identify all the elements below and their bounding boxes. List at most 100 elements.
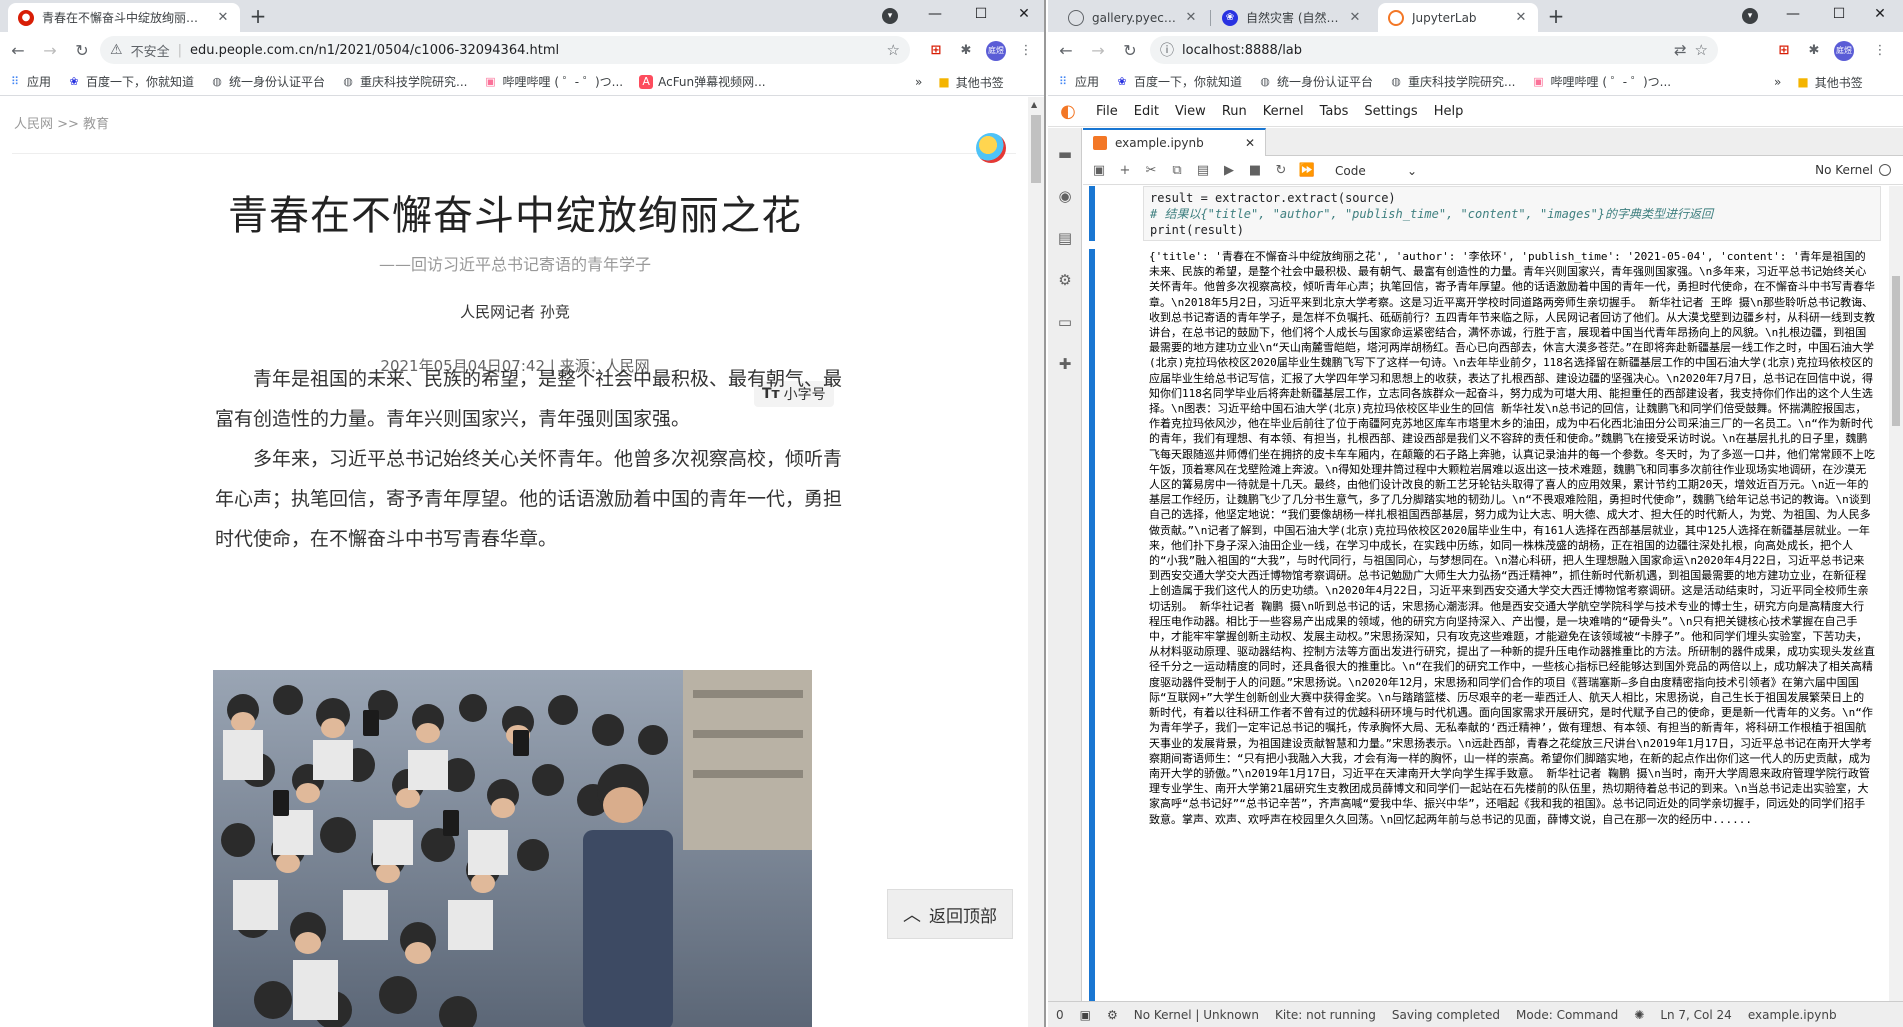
- add-cell-icon[interactable]: +: [1113, 159, 1137, 183]
- extension-manager-icon[interactable]: ✚: [1055, 354, 1075, 374]
- restart-icon[interactable]: ↻: [1269, 159, 1293, 183]
- menu-kebab-icon[interactable]: ⋮: [1016, 40, 1036, 60]
- tab-strip: gallery.pyecharts.org ✕ ❀ 自然灾害 (自然界中所发 ✕…: [1048, 0, 1903, 32]
- extension-translate-icon[interactable]: ⊞: [926, 40, 946, 60]
- maximize-button[interactable]: ☐: [958, 0, 1004, 32]
- tab-notebook[interactable]: example.ipynb ✕: [1083, 128, 1266, 156]
- fast-forward-icon[interactable]: ⏩: [1295, 159, 1319, 183]
- tab-search-icon[interactable]: ▾: [1742, 8, 1758, 24]
- tab-article[interactable]: ● 青春在不懈奋斗中绽放绚丽之花- ✕: [8, 3, 240, 32]
- close-window-button[interactable]: ✕: [1004, 0, 1044, 32]
- scroll-up-arrow-icon[interactable]: ▲: [1031, 100, 1037, 109]
- address-bar[interactable]: ⓘ localhost:8888/lab ⇄ ☆: [1150, 36, 1718, 64]
- close-window-button[interactable]: ✕: [1860, 0, 1900, 32]
- status-cursor[interactable]: Ln 7, Col 24: [1652, 1008, 1740, 1022]
- scrollbar-thumb[interactable]: [1892, 276, 1900, 426]
- bookmarks-bar: ⠿ 应用 ❀ 百度一下，你就知道 ◍ 统一身份认证平台 ◍ 重庆科技学院研究..…: [1048, 68, 1903, 96]
- open-tabs-icon[interactable]: ▭: [1055, 312, 1075, 332]
- new-tab-button[interactable]: +: [1544, 6, 1568, 28]
- folder-icon[interactable]: ▬: [1055, 144, 1075, 164]
- close-tab-icon[interactable]: ✕: [1348, 10, 1362, 25]
- property-inspector-icon[interactable]: ⚙: [1055, 270, 1075, 290]
- settings-icon[interactable]: ⚙: [1099, 1008, 1126, 1022]
- extension-translate-icon[interactable]: ⊞: [1774, 40, 1794, 60]
- menu-help[interactable]: Help: [1426, 104, 1472, 119]
- cut-icon[interactable]: ✂: [1139, 159, 1163, 183]
- bookmark-baidu[interactable]: ❀ 百度一下，你就知道: [59, 73, 202, 90]
- minimize-button[interactable]: —: [912, 0, 958, 32]
- avatar[interactable]: 庭煜: [986, 41, 1006, 61]
- copy-icon[interactable]: ⧉: [1165, 159, 1189, 183]
- status-kernel[interactable]: No Kernel | Unknown: [1126, 1008, 1267, 1022]
- reload-icon[interactable]: ↻: [1116, 36, 1144, 64]
- close-tab-icon[interactable]: ✕: [1514, 10, 1528, 25]
- close-icon[interactable]: ✕: [1245, 136, 1255, 150]
- bookmarks-overflow[interactable]: » ■ 其他书签: [915, 68, 1004, 95]
- paste-icon[interactable]: ▤: [1191, 159, 1215, 183]
- status-mode[interactable]: Mode: Command: [1508, 1008, 1626, 1022]
- menu-edit[interactable]: Edit: [1126, 104, 1167, 119]
- status-kite[interactable]: Kite: not running: [1267, 1008, 1384, 1022]
- bookmark-apps[interactable]: ⠿ 应用: [0, 73, 59, 90]
- kernel-indicator[interactable]: No Kernel: [1815, 163, 1891, 177]
- scrollbar-thumb[interactable]: [1031, 115, 1041, 183]
- page-scrollbar[interactable]: ▲: [1028, 97, 1044, 1027]
- translate-icon[interactable]: ⇄: [1674, 41, 1687, 59]
- back-arrow-icon[interactable]: ←: [4, 36, 32, 64]
- bookmarks-overflow[interactable]: » ■ 其他书签: [1774, 68, 1863, 95]
- cell-type-select[interactable]: Code ⌄: [1331, 161, 1421, 181]
- maximize-button[interactable]: ☐: [1816, 0, 1862, 32]
- tab-jupyterlab[interactable]: JupyterLab ✕: [1378, 3, 1538, 32]
- menu-file[interactable]: File: [1088, 104, 1126, 119]
- breadcrumb[interactable]: 人民网 >> 教育: [14, 113, 109, 132]
- other-bookmarks[interactable]: 其他书签: [1815, 74, 1863, 91]
- bookmark-bilibili[interactable]: ▣ 哔哩哔哩 ( ゜- ゜)つ...: [1524, 73, 1680, 90]
- minimize-button[interactable]: —: [1770, 0, 1816, 32]
- bookmark-apps[interactable]: ⠿ 应用: [1048, 73, 1107, 90]
- status-count[interactable]: 0: [1048, 1008, 1072, 1022]
- code-cell-input[interactable]: result = extractor.extract(source) # 结果以{…: [1143, 186, 1881, 241]
- avatar[interactable]: 庭煜: [1834, 41, 1854, 61]
- commands-palette-icon[interactable]: ▤: [1055, 228, 1075, 248]
- menu-view[interactable]: View: [1167, 104, 1214, 119]
- address-bar[interactable]: ⚠ 不安全 | edu.people.com.cn/n1/2021/0504/c…: [100, 36, 910, 64]
- new-tab-button[interactable]: +: [246, 6, 270, 28]
- site-logo-icon: [976, 133, 1006, 163]
- menu-kebab-icon[interactable]: ⋮: [1870, 40, 1890, 60]
- bookmark-bilibili[interactable]: ▣ 哔哩哔哩 ( ゜- ゜)つ...: [476, 73, 632, 90]
- bookmark-baidu[interactable]: ❀ 百度一下，你就知道: [1107, 73, 1250, 90]
- menu-run[interactable]: Run: [1214, 104, 1255, 119]
- close-tab-icon[interactable]: ✕: [1184, 10, 1198, 25]
- menu-settings[interactable]: Settings: [1356, 104, 1425, 119]
- tab-pyecharts[interactable]: gallery.pyecharts.org ✕: [1058, 3, 1208, 32]
- save-icon[interactable]: ▣: [1087, 159, 1111, 183]
- bug-icon[interactable]: ✺: [1626, 1008, 1652, 1022]
- bookmark-star-icon[interactable]: ☆: [1695, 41, 1708, 59]
- forward-arrow-icon[interactable]: →: [1084, 36, 1112, 64]
- stop-icon[interactable]: ■: [1243, 159, 1267, 183]
- close-tab-icon[interactable]: ✕: [216, 10, 230, 25]
- bookmarks-more-icon[interactable]: »: [915, 75, 922, 89]
- run-icon[interactable]: ▶: [1217, 159, 1241, 183]
- forward-arrow-icon[interactable]: →: [36, 36, 64, 64]
- bookmark-auth[interactable]: ◍ 统一身份认证平台: [202, 73, 333, 90]
- bookmark-acfun[interactable]: A AcFun弹幕视频网...: [631, 73, 774, 90]
- bookmark-star-icon[interactable]: ☆: [887, 41, 900, 59]
- running-kernels-icon[interactable]: ◉: [1055, 186, 1075, 206]
- menu-tabs[interactable]: Tabs: [1312, 104, 1357, 119]
- back-to-top-button[interactable]: ︿ 返回顶部: [887, 889, 1013, 939]
- bookmark-cqust[interactable]: ◍ 重庆科技学院研究...: [1381, 73, 1523, 90]
- notebook-scrollbar[interactable]: [1889, 186, 1903, 1001]
- bookmark-auth[interactable]: ◍ 统一身份认证平台: [1250, 73, 1381, 90]
- reload-icon[interactable]: ↻: [68, 36, 96, 64]
- back-arrow-icon[interactable]: ←: [1052, 36, 1080, 64]
- bookmarks-more-icon[interactable]: »: [1774, 75, 1781, 89]
- tab-baike[interactable]: ❀ 自然灾害 (自然界中所发 ✕: [1212, 3, 1372, 32]
- other-bookmarks[interactable]: 其他书签: [956, 74, 1004, 91]
- terminal-icon[interactable]: ▣: [1072, 1008, 1099, 1022]
- bookmark-cqust[interactable]: ◍ 重庆科技学院研究...: [333, 73, 475, 90]
- tab-search-icon[interactable]: ▾: [882, 8, 898, 24]
- extensions-puzzle-icon[interactable]: ✱: [1804, 40, 1824, 60]
- extensions-puzzle-icon[interactable]: ✱: [956, 40, 976, 60]
- menu-kernel[interactable]: Kernel: [1255, 104, 1312, 119]
